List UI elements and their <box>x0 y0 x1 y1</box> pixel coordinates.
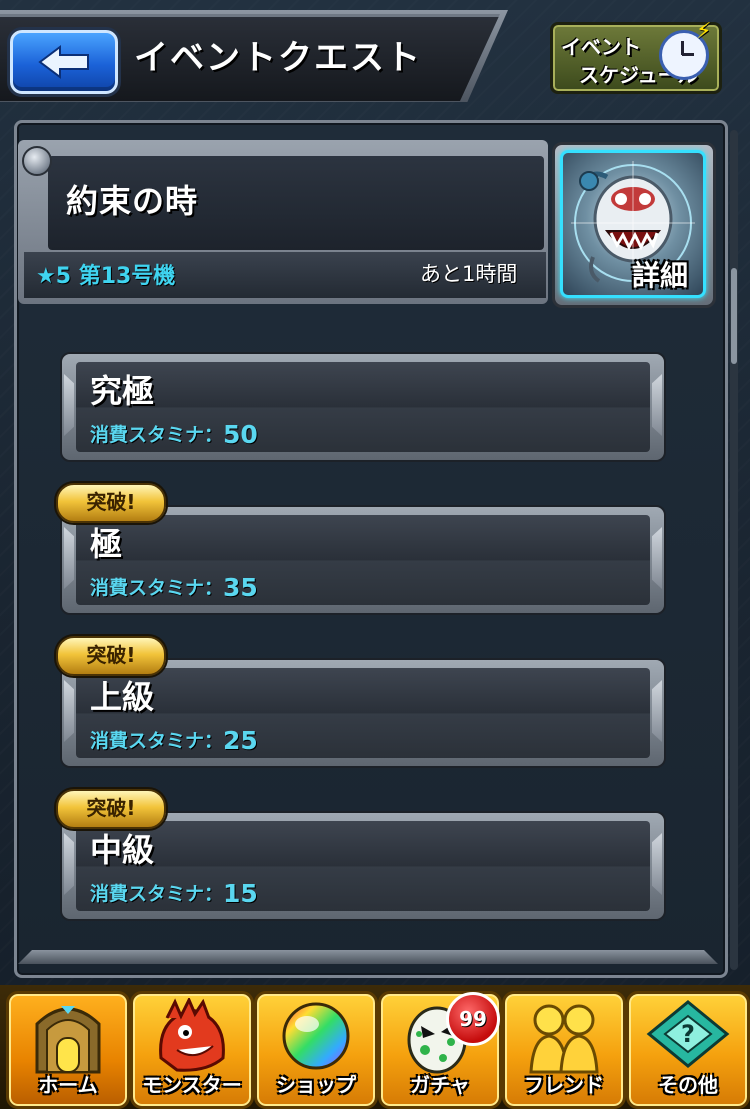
scrollbar-thumb[interactable] <box>731 268 737 364</box>
quest-name: 上級 <box>90 678 155 716</box>
stamina-label: 消費スタミナ： <box>90 424 224 446</box>
event-remaining-time: あと1時間 <box>420 262 518 286</box>
quest-edge-right <box>652 527 662 589</box>
nav-label: ガチャ <box>410 1073 470 1097</box>
other-icon: ? <box>646 1000 730 1068</box>
nav-monster-button[interactable]: モンスター <box>130 991 254 1109</box>
monster-icon <box>159 998 225 1072</box>
schedule-label-line1: イベント <box>561 35 641 59</box>
quest-name: 究極 <box>90 372 155 410</box>
nav-label: ショップ <box>276 1073 356 1097</box>
quest-edge-right <box>652 680 662 742</box>
quest-stamina: 消費スタミナ：15 <box>90 879 258 908</box>
nav-label: モンスター <box>142 1073 242 1097</box>
lightning-icon: ⚡ <box>696 19 712 44</box>
event-schedule-button[interactable]: イベント スケジュール ⚡ <box>550 19 722 94</box>
back-arrow-icon <box>38 45 89 79</box>
quest-stamina: 消費スタミナ：50 <box>90 420 258 449</box>
quest-edge-left <box>64 833 74 895</box>
stamina-label: 消費スタミナ： <box>90 577 224 599</box>
nav-label: フレンド <box>524 1073 604 1097</box>
friends-icon <box>529 1004 599 1074</box>
break-badge: 突破! <box>56 636 166 676</box>
break-badge: 突破! <box>56 789 166 829</box>
back-button[interactable] <box>10 30 118 94</box>
stamina-value: 50 <box>223 420 258 449</box>
stamina-label: 消費スタミナ： <box>90 883 224 905</box>
quest-stamina: 消費スタミナ：35 <box>90 573 258 602</box>
nav-label: その他 <box>658 1073 718 1097</box>
stamina-value: 25 <box>223 726 258 755</box>
nav-friend-button[interactable]: フレンド <box>502 991 626 1109</box>
quest-edge-left <box>64 527 74 589</box>
quest-edge-left <box>64 680 74 742</box>
quest-edge-right <box>652 833 662 895</box>
quest-name: 極 <box>90 525 123 563</box>
stamina-value: 35 <box>223 573 258 602</box>
nav-shop-button[interactable]: ショップ <box>254 991 378 1109</box>
stamina-value: 15 <box>223 879 258 908</box>
break-badge: 突破! <box>56 483 166 523</box>
rivet-icon <box>22 146 52 176</box>
page-title: イベントクエスト <box>134 38 422 78</box>
stamina-label: 消費スタミナ： <box>90 730 224 752</box>
detail-label[interactable]: 詳細 <box>632 254 688 294</box>
quest-edge-left <box>64 374 74 436</box>
home-icon <box>35 1006 101 1074</box>
event-title: 約束の時 <box>66 182 199 220</box>
quest-edge-right <box>652 374 662 436</box>
quest-stamina: 消費スタミナ：25 <box>90 726 258 755</box>
svg-text:?: ? <box>681 1020 695 1048</box>
quest-row-ultimate[interactable]: 究極 消費スタミナ：50 <box>60 352 666 462</box>
nav-home-button[interactable]: ホーム <box>6 991 130 1109</box>
nav-other-button[interactable]: ? その他 <box>626 991 750 1109</box>
event-stage: ★5 第13号機 <box>36 264 176 289</box>
quest-name: 中級 <box>90 831 155 869</box>
panel-bottom-rim <box>18 950 718 964</box>
orb-icon <box>282 1002 350 1070</box>
nav-label: ホーム <box>38 1073 98 1097</box>
scrollbar-track[interactable] <box>730 130 738 970</box>
gacha-count-badge: 99 <box>446 992 500 1046</box>
